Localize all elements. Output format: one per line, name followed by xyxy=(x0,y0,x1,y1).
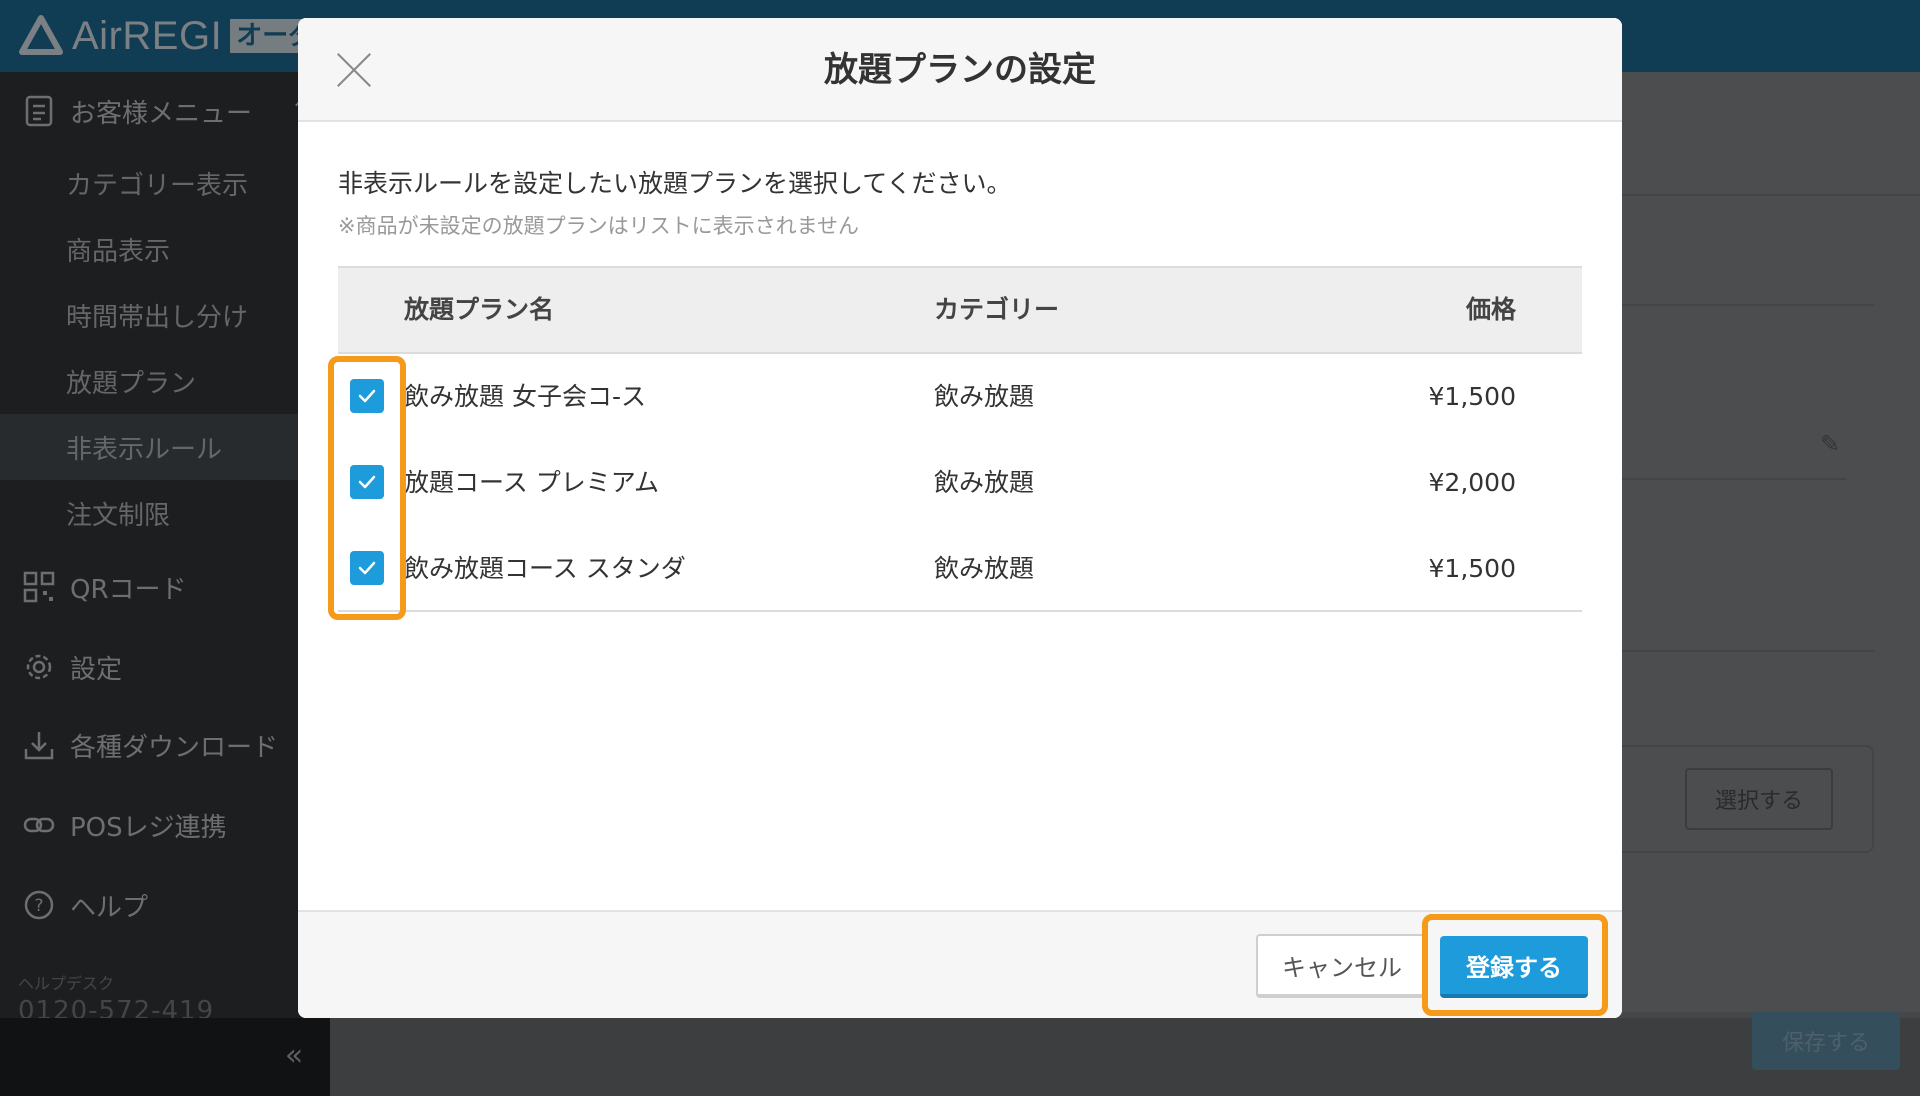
plan-table: 放題プラン名 カテゴリー 価格 飲み放題 女子会コ-ス 飲み放題 ¥1,500 … xyxy=(338,266,1582,612)
table-row[interactable]: 放題コース プレミアム 飲み放題 ¥2,000 xyxy=(338,440,1582,526)
table-row[interactable]: 飲み放題コース スタンダ 飲み放題 ¥1,500 xyxy=(338,526,1582,612)
table-row[interactable]: 飲み放題 女子会コ-ス 飲み放題 ¥1,500 xyxy=(338,354,1582,440)
modal-title: 放題プランの設定 xyxy=(824,50,1096,90)
plan-category: 飲み放題 xyxy=(934,382,1035,411)
plan-name: 飲み放題コース スタンダ xyxy=(404,554,686,583)
table-header: 放題プラン名 カテゴリー 価格 xyxy=(338,266,1582,354)
modal-note: ※商品が未設定の放題プランはリストに表示されません xyxy=(338,214,859,238)
plan-settings-modal: 放題プランの設定 非表示ルールを設定したい放題プランを選択してください。 ※商品… xyxy=(298,18,1622,1018)
column-header-category: カテゴリー xyxy=(934,295,1060,324)
plan-name: 放題コース プレミアム xyxy=(404,468,659,497)
close-icon[interactable] xyxy=(334,50,374,90)
column-header-name: 放題プラン名 xyxy=(404,295,555,324)
column-header-price: 価格 xyxy=(1465,295,1516,324)
register-button-highlight-frame xyxy=(1422,914,1608,1016)
plan-price: ¥1,500 xyxy=(1428,382,1516,411)
checkbox-highlight-frame xyxy=(328,356,406,620)
plan-price: ¥1,500 xyxy=(1428,554,1516,583)
plan-price: ¥2,000 xyxy=(1428,468,1516,497)
plan-category: 飲み放題 xyxy=(934,468,1035,497)
plan-name: 飲み放題 女子会コ-ス xyxy=(404,382,646,411)
modal-header: 放題プランの設定 xyxy=(298,18,1622,122)
modal-instruction: 非表示ルールを設定したい放題プランを選択してください。 xyxy=(338,169,1012,198)
cancel-button[interactable]: キャンセル xyxy=(1256,934,1428,998)
plan-category: 飲み放題 xyxy=(934,554,1035,583)
